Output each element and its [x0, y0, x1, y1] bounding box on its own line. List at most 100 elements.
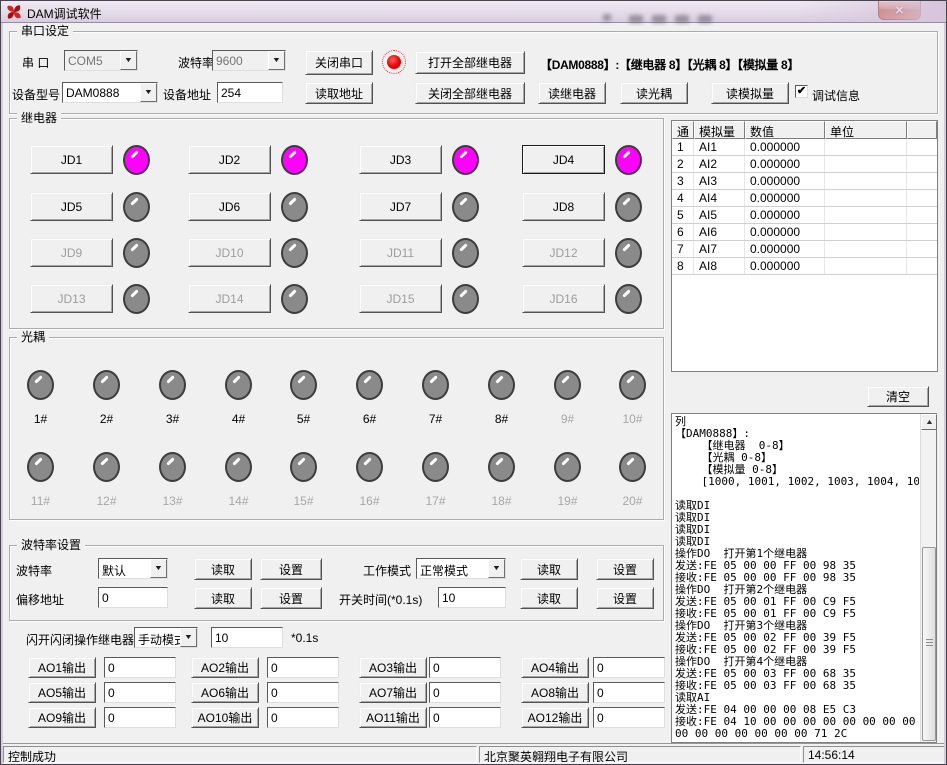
read-relays-button[interactable]: 读继电器: [538, 82, 606, 104]
relay-button-jd4[interactable]: JD4: [522, 145, 605, 174]
ao12-value-input[interactable]: [593, 707, 665, 728]
read-analog-button[interactable]: 读模拟量: [711, 82, 789, 104]
opto-label-8: 8#: [478, 412, 525, 426]
read-address-button[interactable]: 读取地址: [305, 82, 373, 104]
relay-button-jd2[interactable]: JD2: [188, 145, 271, 174]
combo-arrow-icon[interactable]: ▼: [120, 51, 137, 70]
baudrate-read-button[interactable]: 读取: [194, 558, 252, 580]
ao9-output-button[interactable]: AO9输出: [28, 707, 96, 728]
offset-read-button[interactable]: 读取: [194, 587, 252, 609]
opto-label-20: 20#: [609, 494, 656, 508]
table-header-unit[interactable]: 单位: [825, 121, 907, 139]
ao6-output-button[interactable]: AO6输出: [191, 682, 259, 703]
log-scrollbar[interactable]: ▲: [920, 414, 936, 742]
ao3-value-input[interactable]: [429, 657, 501, 678]
scroll-up-button[interactable]: ▲: [921, 414, 937, 430]
switch-time-read-button[interactable]: 读取: [520, 587, 578, 609]
relay-button-jd11: JD11: [359, 238, 442, 267]
table-row[interactable]: 5AI50.000000: [672, 207, 937, 224]
offset-address-input[interactable]: [98, 587, 168, 608]
relay-button-jd5[interactable]: JD5: [30, 192, 113, 221]
relay-button-jd8[interactable]: JD8: [522, 192, 605, 221]
model-combobox[interactable]: DAM0888 ▼: [62, 82, 158, 103]
cell-value: 0.000000: [745, 190, 825, 206]
port-combobox[interactable]: COM5 ▼: [64, 50, 138, 71]
opto-label-4: 4#: [215, 412, 262, 426]
ao10-output-button[interactable]: AO10输出: [191, 707, 259, 728]
close-button[interactable]: ✕: [878, 1, 921, 20]
close-all-relays-button[interactable]: 关闭全部继电器: [415, 82, 525, 104]
relay-button-jd15: JD15: [359, 284, 442, 313]
combo-arrow-icon[interactable]: ▼: [268, 51, 285, 70]
open-all-relays-button[interactable]: 打开全部继电器: [415, 51, 525, 74]
read-opto-button[interactable]: 读光耦: [620, 82, 688, 104]
log-text[interactable]: 列 【DAM0888】: 【继电器 0-8】 【光耦 0-8】 【模拟量 0-8…: [675, 416, 919, 740]
ao10-value-input[interactable]: [267, 707, 339, 728]
switch-time-set-button[interactable]: 设置: [596, 587, 654, 609]
opto-label-15: 15#: [280, 494, 327, 508]
ao2-value-input[interactable]: [267, 657, 339, 678]
relay-button-jd7[interactable]: JD7: [359, 192, 442, 221]
switch-time-input[interactable]: [438, 587, 506, 608]
debug-info-checkbox[interactable]: ✔: [795, 85, 808, 98]
scrollbar-thumb[interactable]: [922, 547, 936, 741]
log-panel[interactable]: 列 【DAM0888】: 【继电器 0-8】 【光耦 0-8】 【模拟量 0-8…: [671, 413, 937, 743]
ao1-output-button[interactable]: AO1输出: [28, 657, 96, 678]
flash-mode-combobox[interactable]: 手动模式 ▼: [134, 627, 198, 648]
ao4-output-button[interactable]: AO4输出: [521, 657, 589, 678]
ao7-value-input[interactable]: [429, 682, 501, 703]
baud-combobox[interactable]: 9600 ▼: [212, 50, 286, 71]
close-serial-button[interactable]: 关闭串口: [305, 50, 373, 75]
flash-time-input[interactable]: [211, 627, 283, 648]
table-header-analog[interactable]: 模拟量: [694, 121, 745, 139]
table-header-extra[interactable]: [907, 121, 937, 139]
ao5-output-button[interactable]: AO5输出: [28, 682, 96, 703]
combo-arrow-icon[interactable]: ▼: [150, 559, 167, 578]
cell-unit: [825, 207, 907, 223]
ao8-value-input[interactable]: [593, 682, 665, 703]
clear-log-button[interactable]: 清空: [867, 386, 929, 407]
work-mode-set-button[interactable]: 设置: [596, 558, 654, 580]
table-header-channel[interactable]: 通: [672, 121, 694, 139]
baudrate-set-button[interactable]: 设置: [260, 558, 322, 580]
table-header-value[interactable]: 数值: [745, 121, 825, 139]
ao11-output-button[interactable]: AO11输出: [359, 707, 427, 728]
work-mode-combobox[interactable]: 正常模式 ▼: [416, 558, 506, 579]
ao7-output-button[interactable]: AO7输出: [359, 682, 427, 703]
ao6-value-input[interactable]: [267, 682, 339, 703]
table-row[interactable]: 8AI80.000000: [672, 258, 937, 275]
flash-operation-label: 闪开闪闭操作继电器: [26, 631, 134, 648]
table-row[interactable]: 1AI10.000000: [672, 139, 937, 156]
address-input[interactable]: [217, 82, 283, 103]
offset-set-button[interactable]: 设置: [260, 587, 322, 609]
table-row[interactable]: 3AI30.000000: [672, 173, 937, 190]
cell-value: 0.000000: [745, 207, 825, 223]
ao8-output-button[interactable]: AO8输出: [521, 682, 589, 703]
table-row[interactable]: 4AI40.000000: [672, 190, 937, 207]
analog-table: 通 模拟量 数值 单位 1AI10.000000 2AI20.000000 3A…: [671, 120, 938, 372]
table-row[interactable]: 7AI70.000000: [672, 241, 937, 258]
combo-arrow-icon[interactable]: ▼: [140, 83, 157, 102]
relay-button-jd1[interactable]: JD1: [30, 145, 113, 174]
ao12-output-button[interactable]: AO12输出: [521, 707, 589, 728]
relay-button-jd6[interactable]: JD6: [188, 192, 271, 221]
combo-arrow-icon[interactable]: ▼: [180, 628, 197, 647]
serial-group-title: 串口设定: [17, 24, 73, 39]
table-row[interactable]: 2AI20.000000: [672, 156, 937, 173]
baudrate-combobox[interactable]: 默认 ▼: [98, 558, 168, 579]
cell-value: 0.000000: [745, 258, 825, 274]
port-value: COM5: [65, 51, 120, 70]
opto-led-20: [619, 452, 646, 482]
ao3-output-button[interactable]: AO3输出: [359, 657, 427, 678]
combo-arrow-icon[interactable]: ▼: [488, 559, 505, 578]
status-time: 14:56:14: [803, 746, 946, 763]
relay-button-jd3[interactable]: JD3: [359, 145, 442, 174]
ao11-value-input[interactable]: [429, 707, 501, 728]
ao4-value-input[interactable]: [593, 657, 665, 678]
work-mode-read-button[interactable]: 读取: [520, 558, 578, 580]
ao5-value-input[interactable]: [104, 682, 176, 703]
table-row[interactable]: 6AI60.000000: [672, 224, 937, 241]
ao2-output-button[interactable]: AO2输出: [191, 657, 259, 678]
ao1-value-input[interactable]: [104, 657, 176, 678]
ao9-value-input[interactable]: [104, 707, 176, 728]
